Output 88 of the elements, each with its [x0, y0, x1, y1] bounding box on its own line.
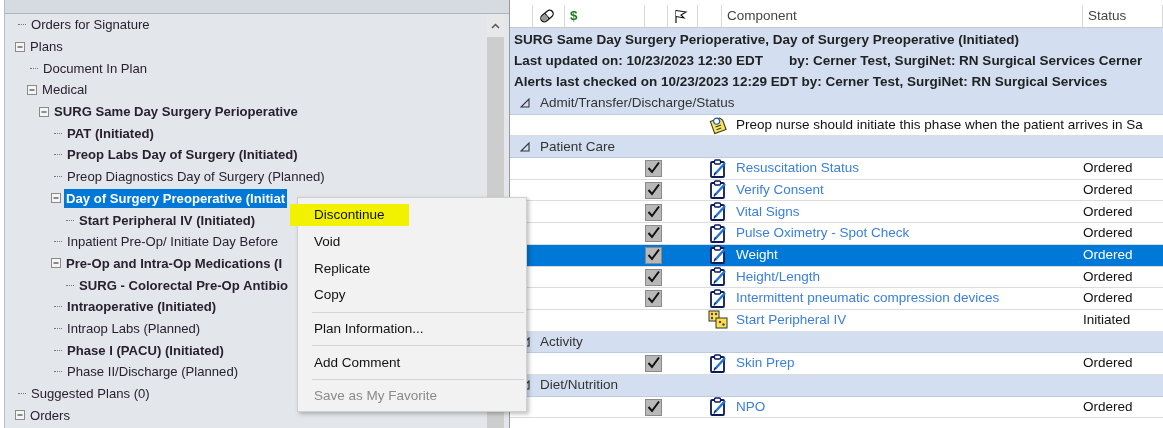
collapse-icon[interactable]	[51, 193, 61, 204]
section-header[interactable]: Admit/Transfer/Discharge/Status	[510, 93, 1163, 115]
status-text: Ordered	[1083, 268, 1133, 284]
component-link[interactable]: Skin Prep	[736, 355, 795, 371]
component-link[interactable]: Pulse Oximetry - Spot Check	[736, 225, 910, 241]
tree-item[interactable]: SURG Same Day Surgery Perioperative	[52, 102, 300, 122]
menu-item[interactable]: Copy	[290, 284, 370, 307]
chevron-up-icon	[491, 22, 500, 29]
section-header[interactable]: Patient Care	[510, 136, 1163, 159]
checkbox[interactable]	[645, 181, 662, 199]
clipboard-pencil-icon	[708, 245, 728, 266]
status-text: Ordered	[1083, 225, 1133, 241]
component-link[interactable]: Height/Length	[736, 268, 821, 284]
status-text: Ordered	[1083, 355, 1133, 371]
order-comment: Preop nurse should initiate this phase when the patient arrives in Sa	[736, 116, 1143, 132]
menu-item[interactable]: Add Comment	[290, 351, 425, 374]
tree-item[interactable]: Start Peripheral IV (Initiated)	[77, 210, 258, 230]
collapse-icon[interactable]	[15, 410, 25, 421]
checkbox[interactable]	[645, 160, 662, 178]
plan-title: SURG Same Day Surgery Perioperative, Day of Surgery Preoperative (Initiated)	[514, 31, 1020, 49]
component-link[interactable]: Resuscitation Status	[736, 160, 860, 176]
collapse-triangle-icon[interactable]	[520, 98, 530, 109]
tree-item[interactable]: Day of Surgery Preoperative (Initiat	[64, 188, 288, 208]
tree-item[interactable]: Inpatient Pre-Op/ Initiate Day Before	[65, 232, 281, 252]
component-link[interactable]: Start Peripheral IV	[736, 312, 847, 328]
tree-item[interactable]: Orders for Signature	[29, 15, 152, 35]
updated-by-text: by: Cerner Test, SurgiNet: RN Surgical Services Cerner	[789, 52, 1143, 70]
status-text: Ordered	[1083, 398, 1133, 414]
status-text: Ordered	[1083, 181, 1133, 197]
column-header[interactable]: Status	[1088, 5, 1127, 27]
column-header[interactable]: Component	[727, 5, 797, 27]
tree-item[interactable]: Preop Labs Day of Surgery (Initiated)	[65, 145, 300, 165]
checkbox[interactable]	[645, 203, 662, 221]
collapse-triangle-icon[interactable]	[520, 141, 530, 152]
tree-item[interactable]: Preop Diagnostics Day of Surgery (Planned)	[65, 167, 327, 187]
last-updated-text: Last updated on: 10/23/2023 12:30 EDT	[514, 52, 764, 70]
menu-item[interactable]: Void	[290, 230, 365, 254]
clipboard-pencil-icon	[708, 288, 728, 309]
checkbox[interactable]	[645, 398, 662, 416]
clipboard-pencil-icon	[708, 158, 728, 179]
collapse-icon[interactable]	[27, 84, 37, 95]
note-icon	[708, 115, 728, 136]
collapse-icon[interactable]	[51, 258, 61, 269]
collapse-icon[interactable]	[15, 41, 25, 52]
component-link[interactable]: Vital Signs	[736, 203, 800, 219]
flag-icon	[673, 8, 688, 24]
collapse-icon[interactable]	[39, 106, 49, 117]
checkbox[interactable]	[645, 355, 662, 373]
tree-item[interactable]: Pre-Op and Intra-Op Medications (I	[64, 253, 285, 273]
clipboard-pencil-icon	[708, 267, 728, 288]
clipboard-pencil-icon	[708, 202, 728, 222]
component-link[interactable]: Intermittent pneumatic compression devices	[736, 290, 1000, 306]
checkbox[interactable]	[645, 246, 662, 264]
status-text: Initiated	[1083, 312, 1131, 328]
column-header[interactable]: $	[570, 5, 578, 27]
tree-item[interactable]: Intraoperative (Initiated)	[65, 297, 219, 317]
tree-item[interactable]: PAT (Initiated)	[65, 123, 156, 143]
alerts-checked-text: Alerts last checked on 10/23/2023 12:29 EDT by: Cerner Test, SurgiNet: RN Surgical Services	[514, 73, 1109, 91]
order-row[interactable]: Verify Consent Ordered	[510, 179, 1163, 202]
order-row[interactable]: Resuscitation Status Ordered	[510, 158, 1163, 180]
menu-item[interactable]: Plan Information...	[290, 317, 448, 341]
menu-item[interactable]: Replicate	[290, 257, 395, 280]
checkbox[interactable]	[645, 268, 662, 286]
clipboard-pencil-icon	[708, 397, 728, 418]
status-text: Ordered	[1083, 203, 1133, 219]
clipboard-pencil-icon	[708, 180, 728, 201]
menu-item[interactable]: Discontinue	[290, 204, 409, 227]
checkbox[interactable]	[645, 290, 662, 308]
status-text: Ordered	[1083, 247, 1133, 263]
status-text: Ordered	[1083, 290, 1133, 306]
scroll-up-button[interactable]	[487, 14, 504, 37]
tree-item[interactable]: Plans	[28, 37, 65, 57]
tree-item[interactable]: SURG - Colorectal Pre-Op Antibio	[77, 275, 291, 295]
clipboard-pencil-icon	[708, 223, 728, 244]
tree-item[interactable]: Intraop Labs (Planned)	[65, 318, 203, 338]
tree-item[interactable]: Suggested Plans (0)	[29, 384, 152, 404]
component-link[interactable]: NPO	[736, 398, 766, 414]
tree-item[interactable]: Orders	[28, 405, 73, 425]
status-text: Ordered	[1083, 160, 1133, 176]
tree-item[interactable]: Medical	[40, 80, 90, 100]
checkbox[interactable]	[645, 225, 662, 243]
clipboard-pencil-icon	[708, 353, 728, 374]
component-link[interactable]: Weight	[736, 247, 778, 263]
component-link[interactable]: Verify Consent	[736, 181, 824, 197]
tree-item[interactable]: Document In Plan	[41, 58, 150, 78]
phase-icon	[708, 310, 728, 331]
tree-item[interactable]: Phase II/Discharge (Planned)	[65, 362, 241, 382]
tree-item[interactable]: Phase I (PACU) (Initiated)	[65, 340, 226, 360]
